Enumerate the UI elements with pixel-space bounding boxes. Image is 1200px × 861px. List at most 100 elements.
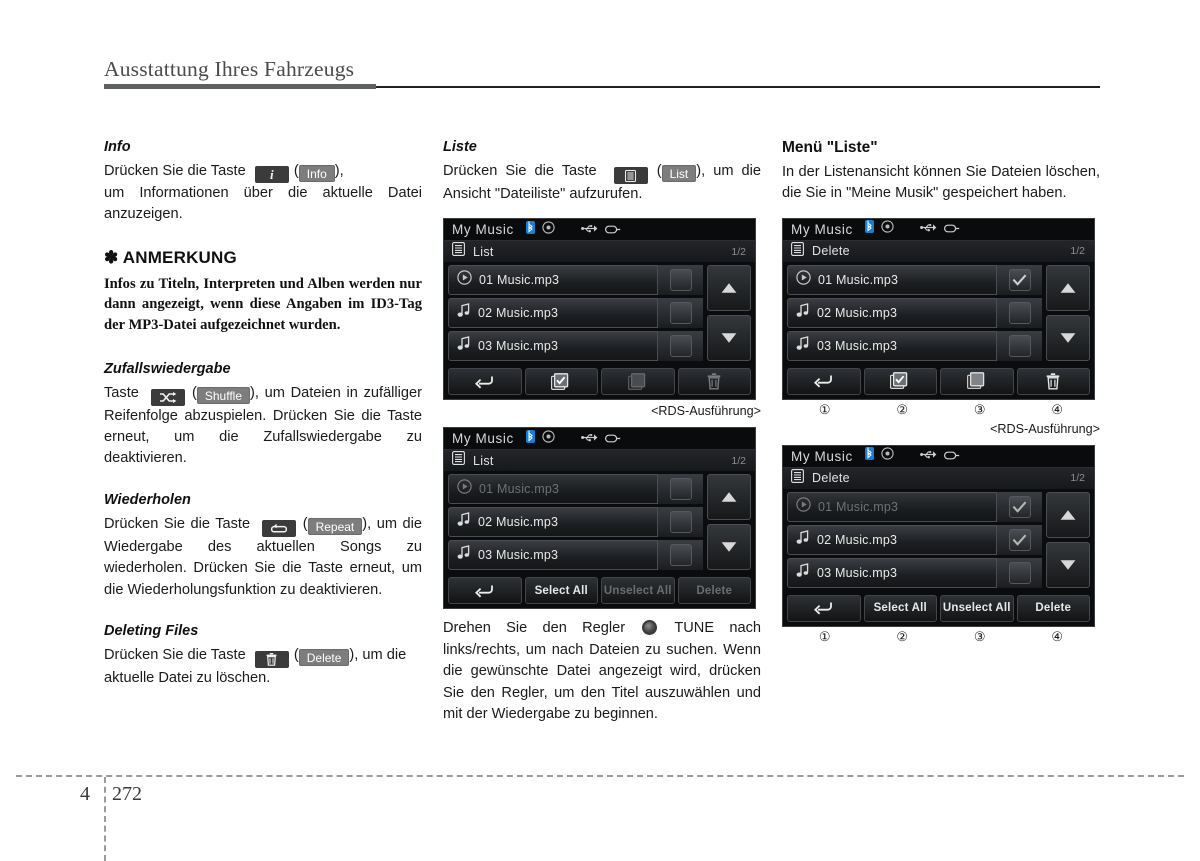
checkbox-unchecked[interactable]	[669, 302, 692, 325]
arrow-down-icon[interactable]	[1046, 314, 1090, 361]
info-label-chip: Info	[298, 165, 335, 182]
list-item-checkbox-cell[interactable]	[996, 264, 1042, 295]
list-item-label: 03 Music.mp3	[478, 339, 559, 354]
checkbox-unchecked[interactable]	[669, 335, 692, 358]
list-item-checkbox-cell[interactable]	[996, 491, 1042, 522]
arrow-up-icon[interactable]	[707, 474, 751, 521]
list-item[interactable]: 01 Music.mp3	[787, 264, 1042, 295]
disc-icon	[881, 447, 894, 465]
menu-liste-body: In der Listenansicht können Sie Dateien …	[782, 164, 1100, 202]
device-footer-bar	[783, 364, 1094, 399]
list-item[interactable]: 03 Music.mp3	[787, 330, 1042, 361]
list-item[interactable]: 03 Music.mp3	[787, 557, 1042, 588]
device-scroll-buttons	[707, 474, 751, 571]
aux-icon	[604, 221, 621, 239]
list-item[interactable]: 03 Music.mp3	[448, 540, 703, 571]
checkbox-unchecked[interactable]	[669, 269, 692, 292]
list-item[interactable]: 01 Music.mp3	[448, 265, 703, 296]
liste-text-before: Drücken Sie die Taste	[443, 163, 597, 179]
list-item[interactable]: 02 Music.mp3	[787, 297, 1042, 328]
unselect-all-button[interactable]: Unselect All	[601, 577, 675, 605]
checkbox-unchecked[interactable]	[669, 478, 692, 501]
unselect-all-button[interactable]: Unselect All	[940, 594, 1014, 622]
shuffle-label-chip: Shuffle	[196, 386, 250, 404]
list-item-checkbox-cell[interactable]	[996, 297, 1042, 328]
shuffle-heading: Zufallswiedergabe	[104, 360, 231, 377]
checkbox-checked[interactable]	[1008, 268, 1031, 291]
checkbox-unchecked[interactable]	[1008, 301, 1031, 324]
select-all-icon[interactable]	[863, 367, 937, 395]
arrow-up-icon[interactable]	[1046, 264, 1090, 311]
callout-3: ③	[973, 401, 986, 417]
arrow-up-icon[interactable]	[1046, 491, 1090, 538]
trash-icon[interactable]	[1016, 367, 1090, 395]
back-arrow-icon[interactable]	[787, 367, 861, 395]
checkbox-unchecked[interactable]	[1008, 334, 1031, 357]
list-item[interactable]: 03 Music.mp3	[448, 331, 703, 362]
list-icon	[613, 167, 648, 184]
list-item-checkbox-cell[interactable]	[657, 540, 703, 571]
repeat-paragraph: Drücken Sie die Taste (Repeat), um die W…	[104, 515, 422, 598]
info-text-before: Drücken Sie die Taste	[104, 163, 246, 179]
device-list-body: 01 Music.mp3 02 Music.mp3 03 Music.mp3	[783, 262, 1094, 361]
select-all-icon[interactable]	[524, 368, 598, 396]
list-item-checkbox-cell[interactable]	[657, 507, 703, 538]
list-item-checkbox-cell[interactable]	[657, 331, 703, 362]
callout-2: ②	[896, 401, 909, 417]
header-rule	[376, 86, 1100, 88]
arrow-down-icon[interactable]	[707, 315, 751, 362]
device-screen-list-select[interactable]: My Music List 1/2 01 Music.mp3 02 Music.…	[443, 427, 756, 610]
back-arrow-icon[interactable]	[448, 577, 522, 605]
device-submenu-label: List	[473, 453, 494, 468]
device-status-icons	[525, 429, 621, 448]
list-item-checkbox-cell[interactable]	[996, 330, 1042, 361]
list-item-checkbox-cell[interactable]	[657, 474, 703, 505]
checkbox-checked[interactable]	[1008, 495, 1031, 518]
list-item-label: 02 Music.mp3	[817, 532, 898, 547]
liste-heading: Liste	[443, 139, 477, 155]
unselect-all-icon[interactable]	[601, 368, 675, 396]
list-item[interactable]: 01 Music.mp3	[787, 491, 1042, 522]
page-indicator: 1/2	[731, 454, 746, 467]
music-note-icon	[457, 336, 471, 356]
select-all-button[interactable]: Select All	[863, 594, 937, 622]
select-all-button[interactable]: Select All	[524, 577, 598, 605]
page-indicator: 1/2	[1070, 245, 1085, 258]
list-item[interactable]: 02 Music.mp3	[787, 524, 1042, 555]
device-screen-list[interactable]: My Music List 1/2 01 Music.mp3 02 Music.…	[443, 218, 756, 401]
delete-button[interactable]: Delete	[677, 577, 751, 605]
device-screen-delete-select[interactable]: My Music Delete 1/2 01 Music.mp3 02 Musi…	[782, 444, 1095, 627]
device-screen-delete[interactable]: My Music Delete 1/2 01 Music.mp3 02 Musi…	[782, 217, 1095, 400]
back-arrow-icon[interactable]	[787, 594, 861, 622]
list-item[interactable]: 01 Music.mp3	[448, 474, 703, 505]
chapter-number: 4	[80, 783, 90, 805]
list-item[interactable]: 02 Music.mp3	[448, 298, 703, 329]
device-submenu-bar: Delete 1/2	[783, 466, 1094, 489]
checkbox-unchecked[interactable]	[669, 544, 692, 567]
checkbox-checked[interactable]	[1008, 528, 1031, 551]
delete-button[interactable]: Delete	[1016, 594, 1090, 622]
arrow-down-icon[interactable]	[707, 524, 751, 571]
device-status-icons	[864, 447, 960, 465]
checkbox-unchecked[interactable]	[1008, 561, 1031, 584]
list-item[interactable]: 02 Music.mp3	[448, 507, 703, 538]
music-note-icon	[796, 302, 810, 323]
device-title: My Music	[452, 431, 514, 447]
back-arrow-icon[interactable]	[448, 368, 522, 396]
arrow-down-icon[interactable]	[1046, 541, 1090, 588]
arrow-up-icon[interactable]	[707, 265, 751, 312]
trash-icon[interactable]	[677, 368, 751, 396]
device-submenu-bar: List 1/2	[444, 449, 755, 472]
device-list-body: 01 Music.mp3 02 Music.mp3 03 Music.mp3	[444, 262, 755, 362]
device-footer-bar: Select All Unselect All Delete	[444, 573, 755, 608]
list-item-checkbox-cell[interactable]	[657, 265, 703, 296]
list-item-label: 01 Music.mp3	[479, 273, 560, 288]
unselect-all-icon[interactable]	[940, 367, 1014, 395]
note-text: Infos zu Titeln, Interpreten und Alben w…	[104, 275, 422, 333]
list-item-checkbox-cell[interactable]	[996, 557, 1042, 588]
checkbox-unchecked[interactable]	[669, 511, 692, 534]
usb-icon	[919, 220, 937, 238]
info-heading: Info	[104, 139, 131, 155]
list-item-checkbox-cell[interactable]	[657, 298, 703, 329]
list-item-checkbox-cell[interactable]	[996, 524, 1042, 555]
